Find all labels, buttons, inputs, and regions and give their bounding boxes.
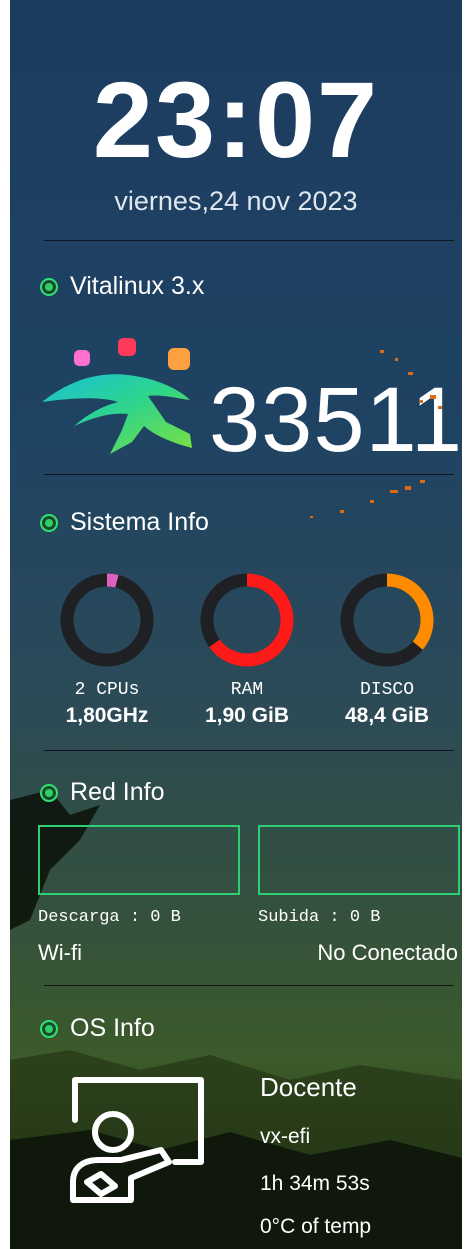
divider [44,985,454,986]
gauge-track [60,573,154,667]
section-header-sistema: Sistema Info [40,508,209,537]
network-status: No Conectado [317,940,458,965]
section-title: OS Info [70,1014,155,1042]
clock-date: viernes,24 nov 2023 [114,186,358,216]
download-text: Descarga : 0 B [38,908,181,927]
divider [44,750,454,751]
section-title: Vitalinux 3.x [70,272,205,300]
disk-label: DISCO [359,680,414,700]
ram-info: RAM 1,90 GiB [187,680,307,728]
teacher-icon [70,1077,204,1203]
cpu-label: 2 CPUs [74,680,140,700]
clock-time: 23:07 [92,59,380,180]
conky-panel: 23:07 viernes,24 nov 2023 Vitalinux 3.x … [10,0,462,1249]
section-header-distro: Vitalinux 3.x [40,272,204,301]
upload-graph [258,825,460,895]
disk-gauge [340,573,434,667]
cpu-value: 1,80GHz [65,704,149,727]
vitalinux-logo-icon [42,338,192,454]
bullet-icon [40,513,58,532]
os-uptime: 1h 34m 53s [260,1172,370,1195]
os-host: vx-efi [260,1125,311,1148]
network-interface: Wi-fi [38,940,82,965]
ram-label: RAM [230,680,264,700]
divider [44,474,454,475]
os-temp: 0°C of temp [260,1215,372,1238]
cpu-gauge [60,573,154,667]
divider [44,240,454,241]
bullet-icon [40,277,58,296]
disk-value: 48,4 GiB [344,704,430,727]
bullet-icon [40,783,58,802]
section-title: Red Info [70,778,165,806]
ram-gauge [200,573,294,667]
section-title: Sistema Info [70,508,209,536]
cpu-info: 2 CPUs 1,80GHz [47,680,167,728]
speckle-decoration [310,350,442,518]
upload-text: Subida : 0 B [258,908,381,927]
os-user: Docente [260,1072,357,1102]
download-graph [38,825,240,895]
ram-value: 1,90 GiB [204,704,290,727]
disk-info: DISCO 48,4 GiB [327,680,447,728]
section-header-os: OS Info [40,1014,155,1043]
bullet-icon [40,1019,58,1038]
section-header-red: Red Info [40,778,165,807]
